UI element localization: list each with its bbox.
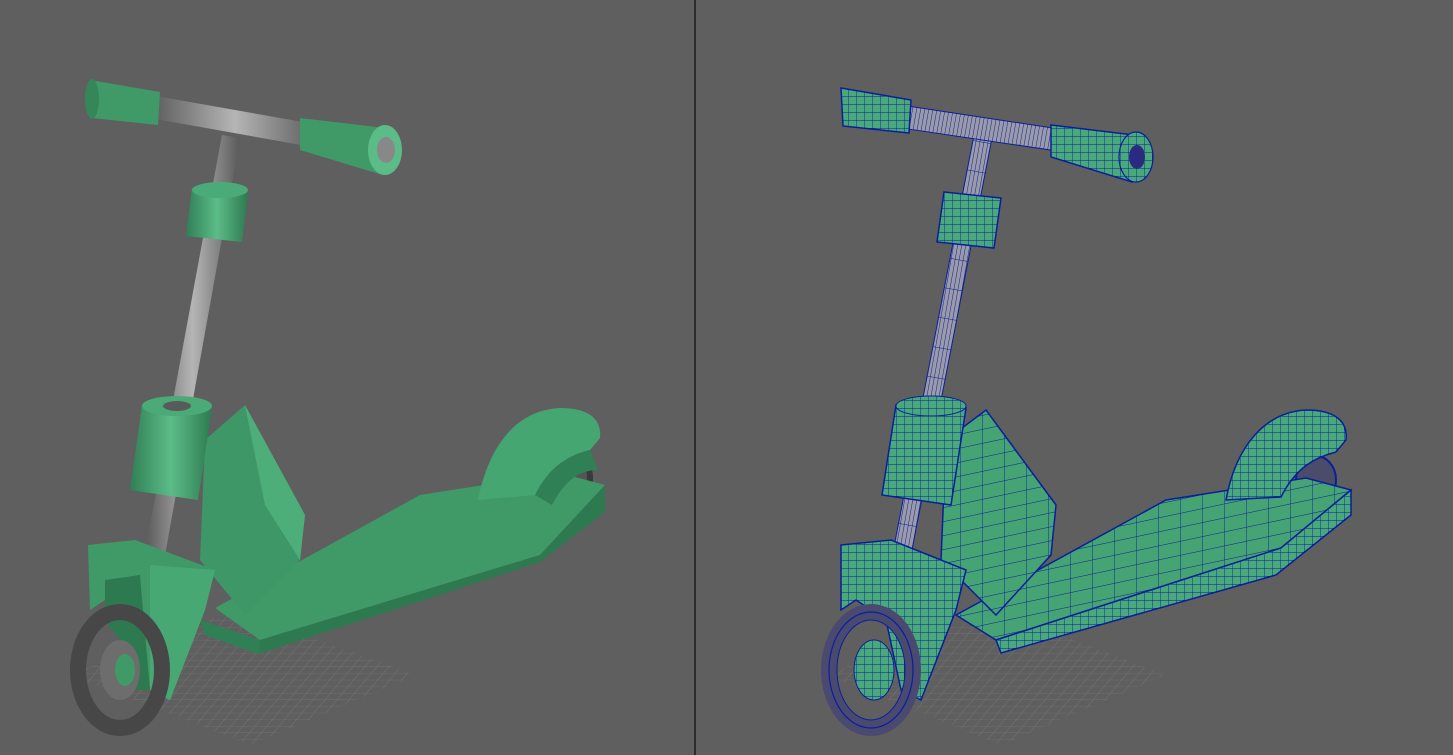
left-grip-wire (840, 87, 912, 134)
scene-shaded (70, 79, 605, 745)
lower-collar (130, 405, 212, 500)
upper-clamp-wire (936, 191, 1002, 249)
left-grip (90, 80, 160, 125)
viewport-wireframe[interactable] (696, 0, 1453, 755)
scene-wireframe (821, 87, 1353, 745)
lower-collar-wire (881, 404, 967, 506)
viewport-layout (0, 0, 1453, 755)
viewport-shaded[interactable] (0, 0, 694, 755)
